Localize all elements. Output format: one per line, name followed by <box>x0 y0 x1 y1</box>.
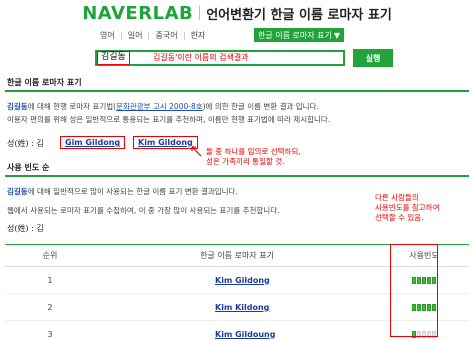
desc-name: 김길동 <box>7 102 28 111</box>
service-name: 언어변환기 <box>206 7 267 23</box>
surname-label: 성(姓) : 김 <box>7 139 44 148</box>
note-line: 사용빈도를 참고하여 <box>375 203 440 212</box>
annotation-note-1: 둘 중 하나를 임의로 선택하되, 성은 가족끼리 통일할 것. <box>206 147 301 167</box>
frequency-highlight <box>390 244 438 337</box>
search-input[interactable]: 김길동 김길동'이란 이름의 검색결과 <box>95 50 345 66</box>
romanized-name-link[interactable]: Kim Gildoung <box>215 330 275 339</box>
menu-item-chinese[interactable]: 중국어 <box>155 30 177 41</box>
menu-divider <box>183 31 185 40</box>
result-kim-gildong[interactable]: Kim Gildong <box>133 136 198 149</box>
search-query: 김길동 <box>97 51 130 65</box>
desc-text: )에 의한 한글 이름 변환 결과 입니다. <box>202 102 319 111</box>
annotation-note-2: 다른 사람들의 사용빈도를 참고하여 선택할 수 있음. <box>375 193 439 223</box>
col-rank: 순위 <box>5 244 95 267</box>
result-gim-gildong[interactable]: Gim Gildong <box>60 136 126 149</box>
header-divider <box>199 6 201 20</box>
name-cell: Kim Kildong <box>95 293 379 321</box>
logo-lab-text: LAB <box>152 2 194 24</box>
name-cell: Kim Gildong <box>95 266 379 294</box>
desc-name: 김길동 <box>7 187 28 196</box>
top-header: NAVERLAB 언어변환기 한글 이름 로마자 표기 <box>0 0 474 26</box>
converter-type-dropdown[interactable]: 한글 이름 로마자 표기 ▼ <box>254 28 344 42</box>
rank-cell: 3 <box>5 320 95 341</box>
desc-text: 에 대해 일반적으로 많이 사용되는 한글 이름 표기 변환 결과입니다. <box>27 187 238 196</box>
note-line: 선택할 수 있음. <box>375 213 424 222</box>
search-row: 김길동 김길동'이란 이름의 검색결과 실행 <box>95 49 393 67</box>
col-name: 한글 이름 로마자 표기 <box>95 244 379 267</box>
romanized-name-link[interactable]: Kim Kildong <box>215 303 269 312</box>
section-title-romanization: 한글 이름 로마자 표기 <box>7 78 82 87</box>
rank-cell: 2 <box>5 293 95 321</box>
search-annotation: 김길동'이란 이름의 검색결과 <box>153 53 249 62</box>
language-menu: 영어 일어 중국어 한자 <box>100 30 205 41</box>
section1-description: 김길동에 대해 현행 로마자 표기법(문화관광부 고시 2000-8호)에 의한… <box>7 101 319 112</box>
menu-divider <box>148 31 150 40</box>
submit-button[interactable]: 실행 <box>353 49 393 67</box>
rank-cell: 1 <box>5 266 95 294</box>
service-title: 언어변환기 한글 이름 로마자 표기 <box>206 4 392 23</box>
naverlab-logo[interactable]: NAVERLAB <box>82 3 193 24</box>
surname-label-2: 성(姓) : 김 <box>7 224 44 233</box>
section-title-frequency: 사용 빈도 순 <box>7 163 50 172</box>
section2-description: 김길동에 대해 일반적으로 많이 사용되는 한글 이름 표기 변환 결과입니다. <box>7 186 238 197</box>
note-line: 둘 중 하나를 임의로 선택하되, <box>206 147 301 156</box>
chevron-down-icon: ▼ <box>333 30 340 40</box>
note-line: 성은 가족끼리 통일할 것. <box>206 157 285 166</box>
dropdown-label: 한글 이름 로마자 표기 <box>258 30 332 40</box>
section-divider <box>5 90 469 92</box>
logo-naver-text: NAVER <box>82 2 153 24</box>
menu-item-english[interactable]: 영어 <box>100 30 115 41</box>
section-divider <box>5 175 469 177</box>
annotation-arrow-icon <box>191 146 202 157</box>
desc-text: 에 대해 현행 로마자 표기법( <box>27 102 117 111</box>
note-line: 다른 사람들의 <box>375 193 419 202</box>
menu-item-japanese[interactable]: 일어 <box>128 30 143 41</box>
menu-divider <box>120 31 122 40</box>
standard-link[interactable]: 문화관광부 고시 2000-8호 <box>116 102 203 111</box>
menu-item-hanja[interactable]: 한자 <box>191 30 206 41</box>
service-subtitle: 한글 이름 로마자 표기 <box>270 7 392 23</box>
romanized-name-link[interactable]: Kim Gildong <box>215 276 270 285</box>
section1-description-2: 이용자 편의를 위해 성은 일반적으로 통용되는 표기를 추천하며, 이름만 현… <box>7 115 331 124</box>
section2-description-2: 웹에서 사용되는 로마자 표기를 수집하여, 이 중 가장 많이 사용되는 표기… <box>7 206 280 215</box>
name-cell: Kim Gildoung <box>95 320 379 341</box>
